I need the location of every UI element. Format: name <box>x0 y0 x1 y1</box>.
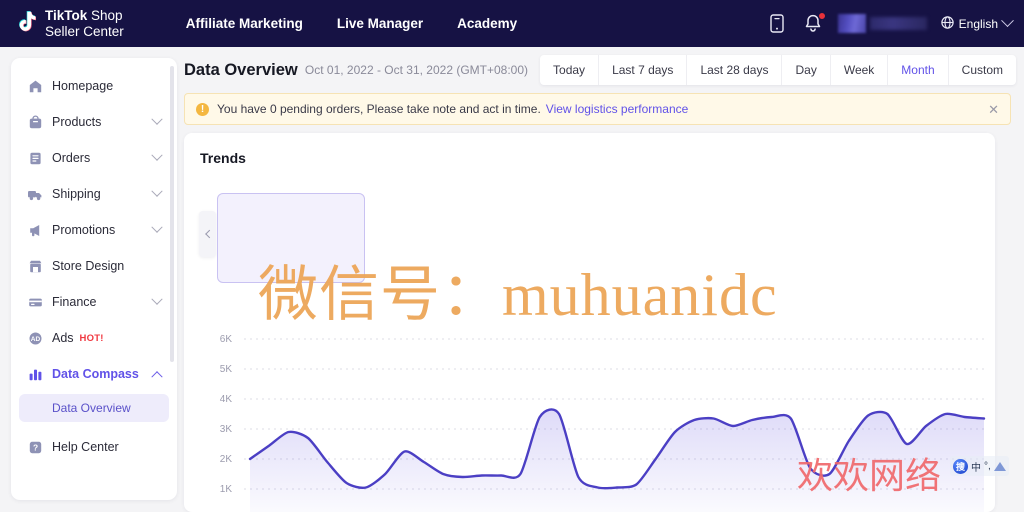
ads-icon: AD <box>27 330 43 346</box>
brand-name-bold: TikTok <box>45 8 88 24</box>
y-tick-4k: 4K <box>220 394 233 405</box>
sidebar-item-label: Finance <box>52 295 97 309</box>
chevron-left-icon <box>204 229 214 239</box>
range-tab-last-28-days[interactable]: Last 28 days <box>686 55 781 85</box>
sidebar-item-data-compass[interactable]: Data Compass <box>19 356 169 392</box>
tiktok-note-icon <box>16 11 38 36</box>
nav-link-live-manager[interactable]: Live Manager <box>337 16 423 31</box>
mobile-phone-icon[interactable] <box>766 13 788 35</box>
alert-text: You have 0 pending orders, Please take n… <box>217 102 541 116</box>
range-tab-day[interactable]: Day <box>781 55 829 85</box>
help-icon: ? <box>27 439 43 455</box>
chevron-down-icon <box>151 221 163 233</box>
nav-link-affiliate-marketing[interactable]: Affiliate Marketing <box>186 16 303 31</box>
top-nav-actions: English <box>766 11 1014 35</box>
sidebar-item-products[interactable]: Products <box>19 104 169 140</box>
sidebar-item-label: Promotions <box>52 223 116 237</box>
home-icon <box>27 78 43 94</box>
y-tick-3k: 3K <box>220 424 233 435</box>
chevron-down-icon <box>151 293 163 305</box>
sidebar-scrollbar[interactable] <box>170 66 174 362</box>
sidebar-subitem-data-overview[interactable]: Data Overview <box>19 394 169 422</box>
sidebar-item-label: Ads <box>52 331 74 345</box>
chevron-down-icon <box>151 149 163 161</box>
avatar <box>837 14 866 33</box>
language-label: English <box>958 16 998 31</box>
date-range-tabs: Today Last 7 days Last 28 days Day Week … <box>540 55 1016 85</box>
user-name-blurred <box>869 17 927 30</box>
main-content: Data Overview Oct 01, 2022 - Oct 31, 202… <box>177 47 1024 512</box>
svg-text:AD: AD <box>30 336 40 343</box>
sidebar-item-shipping[interactable]: Shipping <box>19 176 169 212</box>
megaphone-icon <box>27 222 43 238</box>
bar-chart-icon <box>27 366 43 382</box>
range-tab-last-7-days[interactable]: Last 7 days <box>598 55 686 85</box>
brand-subtitle: Seller Center <box>45 23 124 39</box>
page-header: Data Overview Oct 01, 2022 - Oct 31, 202… <box>177 47 1024 93</box>
trends-chart: 6K 5K 4K 3K 2K 1K <box>184 325 995 512</box>
globe-icon <box>940 15 954 32</box>
brand-name-shop: Shop <box>87 8 123 24</box>
sidebar-item-ads[interactable]: AD Ads HOT! <box>19 320 169 356</box>
warning-icon: ! <box>196 102 209 116</box>
carousel-prev-button[interactable] <box>199 211 216 257</box>
sidebar-scroll-area: Homepage Products Orders Shipping Promot… <box>11 58 177 500</box>
top-navigation-bar: TikTok Shop Seller Center Affiliate Mark… <box>0 0 1024 47</box>
sidebar-item-label: Shipping <box>52 187 101 201</box>
clipboard-icon <box>27 150 43 166</box>
pending-orders-alert: ! You have 0 pending orders, Please take… <box>184 93 1011 125</box>
trends-panel: Trends 6K 5K 4K 3K 2K 1K <box>184 133 995 512</box>
sidebar-item-label: Data Compass <box>52 367 139 381</box>
sidebar-item-homepage[interactable]: Homepage <box>19 68 169 104</box>
sidebar-item-label: Products <box>52 115 102 129</box>
panel-title: Trends <box>200 150 246 166</box>
language-selector[interactable]: English <box>940 14 1014 32</box>
y-tick-2k: 2K <box>220 454 233 465</box>
range-tab-custom[interactable]: Custom <box>947 55 1016 85</box>
sidebar-item-orders[interactable]: Orders <box>19 140 169 176</box>
range-tab-today[interactable]: Today <box>540 55 598 85</box>
chart-area-fill <box>250 409 984 512</box>
range-tab-month[interactable]: Month <box>887 55 947 85</box>
chevron-down-icon <box>151 113 163 125</box>
sidebar-item-label: Help Center <box>52 440 119 454</box>
bell-icon[interactable] <box>802 11 826 35</box>
chevron-up-icon <box>151 371 163 383</box>
chart-y-axis-labels: 6K 5K 4K 3K 2K 1K <box>220 334 233 495</box>
view-logistics-performance-link[interactable]: View logistics performance <box>546 102 689 116</box>
y-tick-1k: 1K <box>220 484 233 495</box>
notification-badge-dot <box>817 11 826 20</box>
sidebar: Homepage Products Orders Shipping Promot… <box>11 58 177 500</box>
sidebar-item-store-design[interactable]: Store Design <box>19 248 169 284</box>
sidebar-item-finance[interactable]: Finance <box>19 284 169 320</box>
svg-text:?: ? <box>32 442 37 452</box>
close-icon[interactable]: ✕ <box>988 103 999 116</box>
sidebar-item-label: Store Design <box>52 259 125 273</box>
metric-card-selected[interactable] <box>217 193 365 283</box>
sidebar-item-label: Orders <box>52 151 91 165</box>
bag-icon <box>27 114 43 130</box>
top-nav-links: Affiliate Marketing Live Manager Academy <box>186 16 517 31</box>
truck-icon <box>27 186 43 202</box>
date-range-label: Oct 01, 2022 - Oct 31, 2022 (GMT+08:00) <box>304 63 529 77</box>
sidebar-subitem-label: Data Overview <box>52 401 131 415</box>
chevron-down-icon <box>151 185 163 197</box>
user-account-area[interactable] <box>837 14 927 34</box>
storefront-icon <box>27 258 43 274</box>
chevron-down-icon <box>1001 14 1014 28</box>
range-tab-week[interactable]: Week <box>829 55 887 85</box>
sidebar-item-promotions[interactable]: Promotions <box>19 212 169 248</box>
page-title: Data Overview <box>184 60 298 79</box>
brand-logo[interactable]: TikTok Shop Seller Center <box>16 8 124 39</box>
card-icon <box>27 294 43 310</box>
sidebar-item-label: Homepage <box>52 79 114 93</box>
trends-chart-svg: 6K 5K 4K 3K 2K 1K <box>220 334 986 512</box>
nav-link-academy[interactable]: Academy <box>457 16 517 31</box>
y-tick-6k: 6K <box>220 334 233 345</box>
y-tick-5k: 5K <box>220 364 233 375</box>
sidebar-item-help-center[interactable]: ? Help Center <box>19 429 169 465</box>
hot-badge: HOT! <box>79 332 104 344</box>
